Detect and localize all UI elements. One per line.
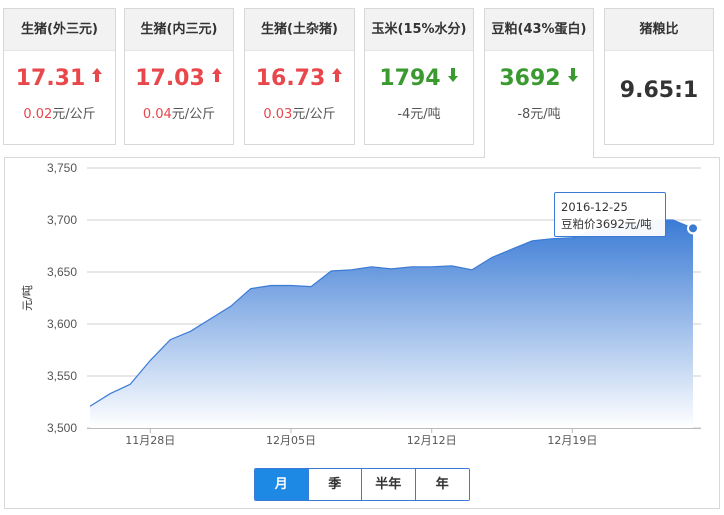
arrow-up-icon: [91, 63, 103, 91]
x-tick-label: 12月05日: [266, 434, 316, 447]
change-unit: 元/公斤: [52, 107, 96, 122]
price-value: 17.03: [135, 66, 205, 91]
range-selector: 月 季 半年 年: [254, 468, 470, 501]
y-tick-label: 3,600: [47, 317, 77, 331]
tooltip-date: 2016-12-25: [561, 200, 628, 214]
arrow-down-icon: [447, 63, 459, 91]
card-price: 17.31: [4, 65, 115, 93]
card-price: 17.03: [125, 65, 233, 93]
x-tick-label: 12月12日: [407, 434, 457, 447]
change-unit: 元/公斤: [171, 107, 216, 122]
change-value: 0.02: [23, 107, 53, 122]
price-value: 16.73: [255, 66, 326, 91]
card-title: 生猪(土杂猪): [245, 9, 354, 51]
card-pig-domestic[interactable]: 生猪(内三元) 17.03 0.04元/公斤: [124, 8, 234, 145]
range-halfyear-button[interactable]: 半年: [362, 469, 416, 500]
x-tick-label: 11月28日: [125, 434, 175, 447]
change-unit: 元/吨: [530, 107, 561, 122]
y-tick-label: 3,700: [47, 213, 77, 227]
card-change: 0.03元/公斤: [245, 103, 354, 122]
data-point-latest: [687, 222, 699, 235]
change-unit: 元/吨: [410, 107, 441, 122]
price-chart-panel: 3,500 3,550 3,600 3,650 3,700 3,750 11月28日 12月0…: [4, 157, 720, 509]
card-title: 豆粕(43%蛋白): [485, 9, 593, 51]
card-title: 生猪(外三元): [4, 9, 115, 51]
arrow-up-icon: [331, 63, 343, 91]
x-tick-label: 12月19日: [547, 434, 597, 447]
ratio-value: 9.65:1: [619, 78, 699, 103]
card-pig-foreign[interactable]: 生猪(外三元) 17.31 0.02元/公斤: [3, 8, 116, 145]
card-price: 3692: [485, 65, 593, 93]
change-value: 0.03: [263, 107, 293, 122]
tooltip-text: 豆粕价3692元/吨: [561, 217, 652, 231]
range-year-button[interactable]: 年: [415, 469, 469, 500]
card-price: 16.73: [245, 65, 354, 93]
y-tick-label: 3,500: [47, 421, 77, 435]
chart-tooltip: 2016-12-25 豆粕价3692元/吨: [554, 192, 666, 237]
card-pig-grain-ratio[interactable]: 猪粮比 9.65:1: [604, 8, 714, 145]
card-corn[interactable]: 玉米(15%水分) 1794 -4元/吨: [364, 8, 474, 145]
arrow-down-icon: [567, 63, 579, 91]
price-cards: 生猪(外三元) 17.31 0.02元/公斤 生猪(内三元) 17.03 0.0…: [0, 0, 724, 160]
change-value: 0.04: [142, 107, 172, 122]
arrow-up-icon: [211, 63, 223, 91]
price-value: 3692: [499, 66, 561, 91]
card-title: 玉米(15%水分): [365, 9, 473, 51]
card-price: 1794: [365, 65, 473, 93]
change-value: -4: [397, 107, 411, 122]
change-value: -8: [517, 107, 531, 122]
range-quarter-button[interactable]: 季: [308, 469, 362, 500]
y-axis-label: 元/吨: [21, 285, 34, 311]
card-change: -8元/吨: [485, 103, 593, 122]
card-pig-local[interactable]: 生猪(土杂猪) 16.73 0.03元/公斤: [244, 8, 355, 145]
price-value: 1794: [379, 66, 441, 91]
range-month-button[interactable]: 月: [255, 469, 309, 500]
card-title: 猪粮比: [605, 9, 713, 51]
card-change: 0.02元/公斤: [4, 103, 115, 122]
price-value: 17.31: [15, 66, 86, 91]
y-tick-label: 3,750: [47, 161, 77, 175]
card-change: -4元/吨: [365, 103, 473, 122]
card-change: 0.04元/公斤: [125, 103, 233, 122]
card-title: 生猪(内三元): [125, 9, 233, 51]
y-tick-label: 3,550: [47, 369, 77, 383]
change-unit: 元/公斤: [292, 107, 336, 122]
card-soymeal[interactable]: 豆粕(43%蛋白) 3692 -8元/吨: [484, 8, 594, 158]
y-tick-label: 3,650: [47, 265, 77, 279]
